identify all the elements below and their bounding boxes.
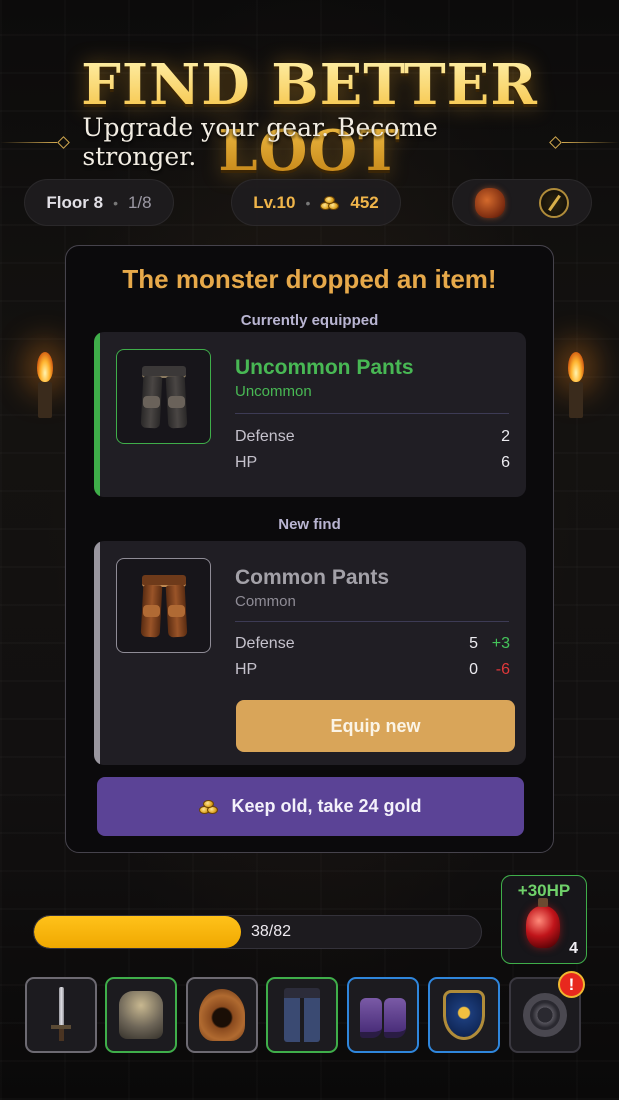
- hp-text: 38/82: [251, 923, 292, 940]
- compass-icon[interactable]: [539, 187, 569, 218]
- flourish-right-icon: [548, 135, 619, 149]
- equip-new-button[interactable]: Equip new: [236, 700, 515, 752]
- gold-amount: 452: [350, 192, 379, 212]
- stat-delta-down: -6: [495, 661, 510, 678]
- gold-coins-icon: [199, 799, 219, 815]
- stat-name: Defense: [235, 635, 295, 652]
- stat-name: Defense: [235, 428, 295, 445]
- stat-value: 2: [501, 428, 510, 445]
- separator-dot: •: [113, 194, 118, 211]
- equipped-item-card: Uncommon Pants Uncommon Defense 2 HP 6: [94, 332, 526, 497]
- slot-head[interactable]: [186, 977, 258, 1053]
- loot-bag-icon[interactable]: [475, 187, 505, 218]
- pants-icon: [284, 988, 320, 1042]
- level-gold-pill: Lv.10 • 452: [231, 179, 401, 226]
- new-find-section-label: New find: [278, 516, 341, 533]
- health-potion-icon: [526, 898, 560, 948]
- boots-icon: [360, 992, 406, 1038]
- stat-name: HP: [235, 454, 258, 471]
- keep-old-button[interactable]: Keep old, take 24 gold: [97, 777, 524, 836]
- stat-value: 6: [501, 454, 510, 471]
- chest-armor-icon: [119, 991, 163, 1039]
- hood-icon: [199, 989, 245, 1041]
- level-label: Lv.10: [253, 192, 296, 212]
- loot-panel: The monster dropped an item! Currently e…: [65, 245, 554, 853]
- stat-delta-up: +3: [491, 635, 510, 652]
- alert-badge-icon: !: [558, 971, 585, 998]
- equipped-item-rarity: Uncommon: [235, 383, 312, 400]
- floor-pill: Floor 8 • 1/8: [24, 179, 174, 226]
- divider: [235, 621, 509, 622]
- panel-title: The monster dropped an item!: [122, 264, 497, 294]
- stat-value: 5: [469, 635, 478, 652]
- new-item-rarity: Common: [235, 593, 296, 610]
- slot-chest[interactable]: [105, 977, 177, 1053]
- shield-icon: [443, 990, 485, 1040]
- new-item-name: Common Pants: [235, 566, 390, 589]
- stat-row: HP 0 -6: [235, 661, 510, 683]
- slot-accessory[interactable]: !: [509, 971, 585, 1053]
- equipped-item-name: Uncommon Pants: [235, 356, 414, 379]
- quick-actions-pill: [452, 179, 592, 226]
- floor-label: Floor 8: [46, 192, 104, 212]
- separator-dot: •: [305, 194, 311, 211]
- leather-pants-icon: [140, 574, 187, 637]
- stat-name: HP: [235, 661, 258, 678]
- keep-old-label: Keep old, take 24 gold: [231, 796, 422, 816]
- slot-offhand[interactable]: [428, 977, 500, 1053]
- ring-icon: [523, 993, 567, 1037]
- equipped-item-frame: [116, 349, 211, 444]
- slot-legs[interactable]: [266, 977, 338, 1053]
- stat-row: Defense 2: [235, 428, 510, 450]
- slot-feet[interactable]: [347, 977, 419, 1053]
- gold-coins-icon: [320, 195, 340, 211]
- floor-progress: 1/8: [127, 192, 152, 212]
- divider: [235, 413, 509, 414]
- potion-count: 4: [569, 940, 578, 957]
- subtitle-row: Upgrade your gear. Become stronger.: [0, 113, 619, 171]
- sword-icon: [51, 987, 71, 1043]
- slot-weapon[interactable]: [25, 977, 97, 1053]
- stat-row: HP 6: [235, 454, 510, 476]
- dark-pants-icon: [140, 365, 187, 428]
- health-potion-button[interactable]: +30HP 4: [501, 875, 587, 964]
- equipped-section-label: Currently equipped: [240, 312, 379, 329]
- stat-value: 0: [469, 661, 478, 678]
- stat-row: Defense 5 +3: [235, 635, 510, 657]
- rarity-accent-bar: [94, 541, 100, 765]
- torch-left-icon: [34, 352, 56, 422]
- new-item-card: Common Pants Common Defense 5 +3 HP 0 -6…: [94, 541, 526, 765]
- flourish-left-icon: [0, 135, 71, 149]
- rarity-accent-bar: [94, 332, 100, 497]
- subtitle: Upgrade your gear. Become stronger.: [82, 113, 438, 171]
- new-item-frame: [116, 558, 211, 653]
- hp-bar: 38/82: [33, 915, 482, 949]
- torch-right-icon: [565, 352, 587, 422]
- hp-bar-fill: [34, 916, 242, 948]
